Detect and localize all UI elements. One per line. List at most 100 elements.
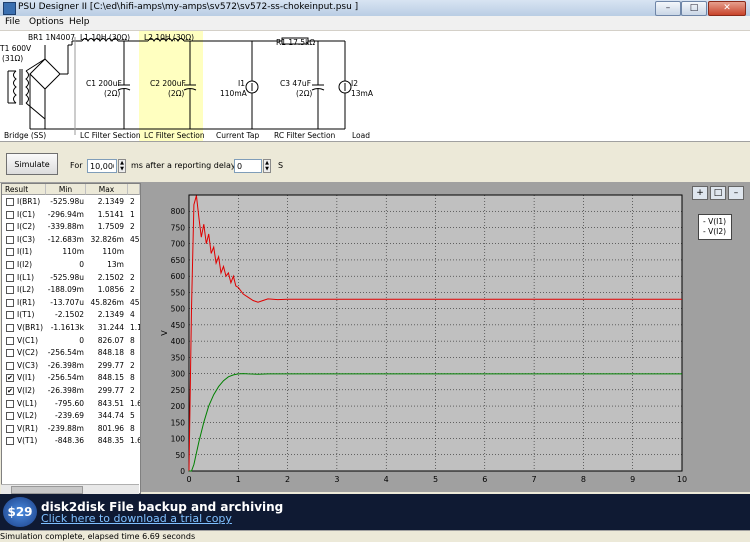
menu-file[interactable]: File xyxy=(5,17,20,27)
cell-max: 2.1349 xyxy=(97,197,124,206)
table-row[interactable]: I(L2) -188.09m 1.0856 2 xyxy=(2,284,140,297)
row-checkbox[interactable] xyxy=(6,324,14,332)
row-checkbox[interactable] xyxy=(6,248,14,257)
table-row[interactable]: I(R1) -13.707u 45.826m 45. xyxy=(2,297,140,310)
section-load[interactable]: Load xyxy=(352,131,370,140)
menu-help[interactable]: Help xyxy=(69,17,90,27)
label-r1[interactable]: R1 17.5kΩ xyxy=(276,38,315,47)
cell-max: 13m xyxy=(107,260,124,269)
section-lc-2[interactable]: LC Filter Section xyxy=(144,131,205,140)
minimize-button[interactable]: – xyxy=(655,1,681,16)
simulate-button[interactable]: Simulate xyxy=(6,153,58,175)
row-checkbox[interactable] xyxy=(6,424,14,433)
table-row[interactable]: I(C3) -12.683m 32.826m 45. xyxy=(2,234,140,247)
cell-min: -525.98u xyxy=(50,272,84,282)
duration-spinner[interactable]: ▲ ▼ xyxy=(118,159,126,173)
row-checkbox[interactable]: ✔ xyxy=(6,387,14,395)
row-checkbox[interactable] xyxy=(6,273,14,282)
table-row[interactable]: ✔ V(I2) -26.398m 299.77 2 xyxy=(2,385,140,398)
table-row[interactable]: I(T1) -2.1502 2.1349 4 xyxy=(2,309,140,322)
label-c2[interactable]: C2 200uF xyxy=(150,79,186,88)
y-tick-label: 50 xyxy=(175,451,185,460)
cell-max: 2.1502 xyxy=(97,272,124,282)
row-checkbox[interactable] xyxy=(6,261,14,269)
row-checkbox[interactable] xyxy=(6,349,14,358)
table-row[interactable]: V(C1) 0 826.07 8 xyxy=(2,335,140,348)
row-checkbox[interactable] xyxy=(6,361,14,370)
section-lc-1[interactable]: LC Filter Section xyxy=(80,131,141,140)
x-tick-label: 8 xyxy=(581,475,586,484)
delay-spinner[interactable]: ▲ ▼ xyxy=(263,159,271,173)
table-row[interactable]: V(C2) -256.54m 848.18 8 xyxy=(2,347,140,360)
row-checkbox[interactable]: ✔ xyxy=(6,374,14,383)
cell-extra: 1.6 xyxy=(130,398,141,408)
x-tick-label: 10 xyxy=(677,475,687,484)
label-l2[interactable]: L2 10H (30Ω) xyxy=(144,33,194,42)
row-checkbox[interactable] xyxy=(6,399,14,408)
duration-input[interactable] xyxy=(87,159,117,173)
col-extra[interactable] xyxy=(128,184,140,195)
table-row[interactable]: I(I2) 0 13m xyxy=(2,259,140,272)
label-i2[interactable]: I2 xyxy=(351,79,358,88)
cell-min: -525.98u xyxy=(50,197,84,206)
table-row[interactable]: I(L1) -525.98u 2.1502 2 xyxy=(2,272,140,285)
row-checkbox[interactable] xyxy=(6,223,14,232)
table-row[interactable]: V(C3) -26.398m 299.77 2 xyxy=(2,360,140,373)
row-checkbox[interactable] xyxy=(6,298,14,307)
maximize-button[interactable]: □ xyxy=(681,1,707,16)
cell-min: -26.398m xyxy=(47,360,84,370)
col-max[interactable]: Max xyxy=(86,184,128,195)
section-current-tap[interactable]: Current Tap xyxy=(216,131,259,140)
row-checkbox[interactable] xyxy=(6,198,14,206)
row-checkbox[interactable] xyxy=(6,437,14,446)
row-checkbox[interactable] xyxy=(6,286,14,295)
section-rc[interactable]: RC Filter Section xyxy=(274,131,335,140)
zoom-fit-icon[interactable]: □ xyxy=(710,186,726,200)
results-table: Result Min Max I(BR1) -525.98u 2.1349 2 I(C1… xyxy=(1,183,141,494)
row-checkbox[interactable] xyxy=(6,336,14,345)
zoom-in-icon[interactable]: + xyxy=(692,186,708,200)
row-checkbox[interactable] xyxy=(6,311,14,320)
cell-name: V(T1) xyxy=(17,436,38,446)
row-checkbox[interactable] xyxy=(6,235,14,244)
label-c3[interactable]: C3 47uF xyxy=(280,79,311,88)
label-l1[interactable]: L1 10H (30Ω) xyxy=(80,33,130,42)
table-row[interactable]: ✔ V(I1) -256.54m 848.15 8 xyxy=(2,372,140,385)
table-row[interactable]: V(R1) -239.88m 801.96 8 xyxy=(2,423,140,436)
table-horizontal-scrollbar[interactable] xyxy=(1,484,139,494)
cell-extra: 8 xyxy=(130,348,135,358)
cell-extra: 4 xyxy=(130,310,135,320)
cell-max: 299.77 xyxy=(97,386,124,395)
y-tick-label: 550 xyxy=(171,288,186,297)
row-checkbox[interactable] xyxy=(6,412,14,421)
delay-input[interactable] xyxy=(234,159,262,173)
zoom-out-icon[interactable]: – xyxy=(728,186,744,200)
table-row[interactable]: V(L2) -239.69 344.74 5 xyxy=(2,410,140,423)
table-row[interactable]: I(C1) -296.94m 1.5141 1 xyxy=(2,209,140,222)
cell-max: 1.7509 xyxy=(97,222,124,232)
ad-price-badge[interactable]: $29 xyxy=(3,497,37,527)
table-row[interactable]: V(T1) -848.36 848.35 1.6 xyxy=(2,435,140,448)
col-result[interactable]: Result xyxy=(2,184,46,195)
y-tick-label: 650 xyxy=(171,256,186,265)
menu-options[interactable]: Options xyxy=(29,17,64,27)
label-c1[interactable]: C1 200uF xyxy=(86,79,122,88)
section-bridge[interactable]: Bridge (SS) xyxy=(4,131,46,140)
table-row[interactable]: V(BR1) -1.1613k 31.244 1.1 xyxy=(2,322,140,335)
cell-name: I(R1) xyxy=(17,297,36,307)
close-button[interactable]: ✕ xyxy=(708,1,746,16)
row-checkbox[interactable] xyxy=(6,210,14,219)
cell-name: I(C1) xyxy=(17,209,36,219)
label-i1[interactable]: I1 xyxy=(238,79,245,88)
cell-name: V(C2) xyxy=(17,348,38,358)
table-row[interactable]: I(I1) 110m 110m xyxy=(2,246,140,259)
table-row[interactable]: V(L1) -795.60 843.51 1.6 xyxy=(2,398,140,411)
ad-download-link[interactable]: Click here to download a trial copy xyxy=(41,512,232,525)
col-min[interactable]: Min xyxy=(46,184,86,195)
cell-min: -256.54m xyxy=(47,348,84,358)
x-tick-label: 6 xyxy=(482,475,487,484)
cell-max: 32.826m xyxy=(90,234,124,244)
table-row[interactable]: I(BR1) -525.98u 2.1349 2 xyxy=(2,196,140,209)
table-row[interactable]: I(C2) -339.88m 1.7509 2 xyxy=(2,221,140,234)
cell-name: I(I2) xyxy=(17,260,33,269)
